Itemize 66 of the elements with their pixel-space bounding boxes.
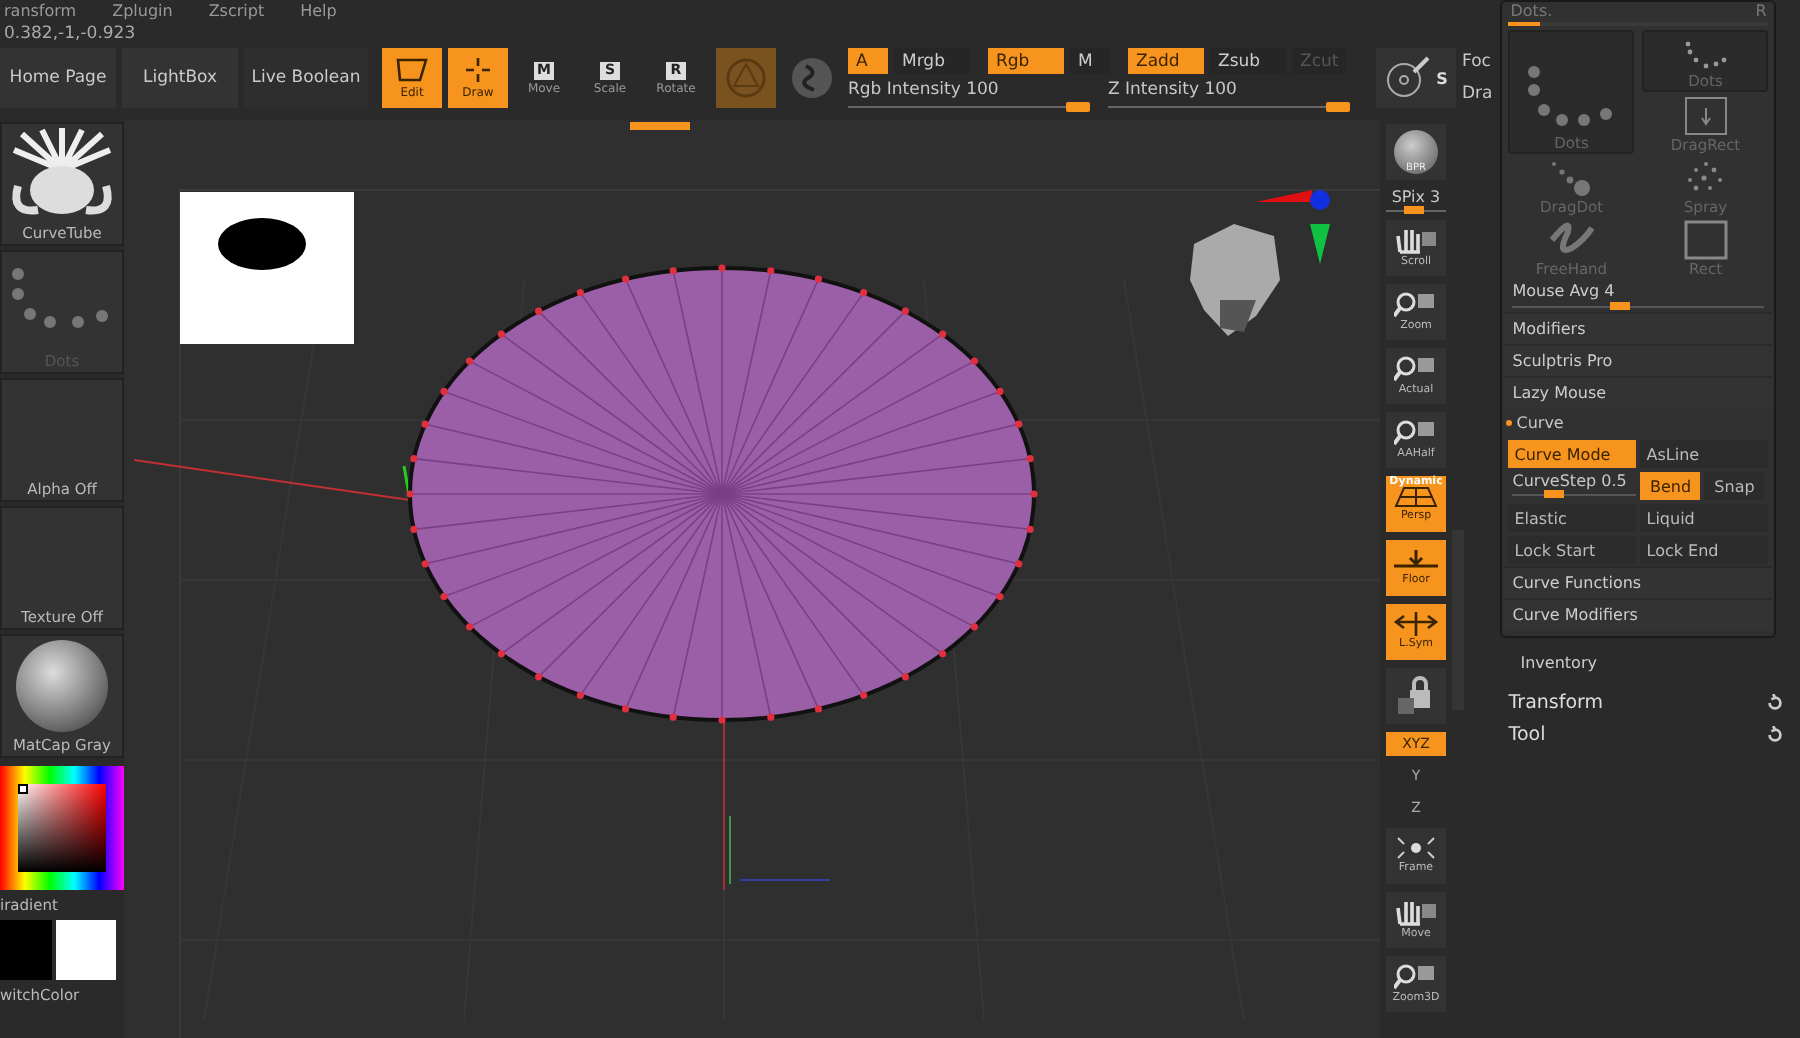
magnifier-icon (1394, 354, 1438, 382)
coordinates-readout: 0.382,-1,-0.923 (2, 22, 138, 46)
slider-thumb[interactable] (1404, 206, 1424, 214)
hotkey-label: R (1755, 2, 1767, 22)
color-picker[interactable] (0, 766, 124, 890)
axis-line (739, 879, 831, 881)
shelf-button[interactable]: Live Boolean (244, 48, 368, 108)
frame-icon (1394, 836, 1438, 860)
slider-thumb[interactable] (1066, 102, 1090, 112)
reset-icon[interactable] (1766, 725, 1784, 743)
view-button[interactable] (1386, 668, 1446, 724)
depth-mode-button[interactable]: Zsub (1210, 48, 1286, 74)
head-model-drawing (1190, 224, 1280, 336)
toggle-button[interactable]: Elastic (1508, 504, 1637, 532)
magnifier-icon (1394, 418, 1438, 446)
depth-mode-button[interactable]: Zadd (1128, 48, 1204, 74)
toggle-button[interactable]: Curve Mode (1508, 440, 1637, 468)
toggle-button[interactable]: Bend (1640, 472, 1701, 500)
toggle-button[interactable]: Lock End (1640, 536, 1769, 564)
axis-gizmo (1256, 190, 1330, 264)
axis-line (729, 815, 731, 885)
hand-icon (1394, 226, 1438, 254)
slider-thumb[interactable] (1543, 490, 1564, 498)
crosshair-icon (460, 56, 496, 84)
color-mode-button[interactable]: Mrgb (894, 48, 970, 74)
subpalette-title[interactable]: Curve (1516, 414, 1564, 432)
color-mode-button[interactable]: A (848, 48, 888, 74)
menu-item[interactable]: ransform (4, 0, 77, 22)
slider-thumb[interactable] (1609, 302, 1630, 310)
palette-title: Inventory (1518, 652, 1599, 676)
panel-title: Dots. (1510, 2, 1553, 22)
edit-icon (394, 56, 430, 84)
menu-item[interactable]: Zplugin (112, 0, 173, 22)
shelf-button[interactable]: Home Page (0, 48, 116, 108)
menu-item[interactable]: Dra (1462, 84, 1493, 104)
menu-item[interactable]: Zscript (208, 0, 265, 22)
symmetry-icon (1392, 612, 1440, 636)
hand-icon (1394, 898, 1438, 926)
brush-icon[interactable]: S (1376, 48, 1456, 108)
slider-label: SPix 3 (1391, 188, 1441, 206)
slider-label: Z Intensity 100 (1108, 80, 1239, 100)
color-mode-button[interactable]: M (1070, 48, 1110, 74)
toggle-button[interactable]: Snap (1704, 472, 1765, 500)
slider-label: Mouse Avg 4 (1512, 282, 1615, 300)
slider-thumb[interactable] (1326, 102, 1350, 112)
dots-icon (1681, 40, 1730, 72)
menu-item[interactable]: Help (300, 0, 337, 22)
subpalette-header[interactable]: Lazy Mouse (1504, 376, 1773, 408)
grid-icon (1392, 484, 1440, 508)
color-mode-button[interactable]: Rgb (988, 48, 1064, 74)
toggle-button[interactable]: AsLine (1640, 440, 1769, 468)
slider-label: CurveStep 0.5 (1512, 472, 1629, 490)
palette-header[interactable]: Transform (1508, 691, 1604, 713)
floor-icon (1392, 548, 1440, 572)
toggle-button[interactable]: Liquid (1640, 504, 1769, 532)
menu-item[interactable]: Foc (1462, 52, 1493, 72)
subpalette-header[interactable]: Sculptris Pro (1504, 344, 1773, 376)
rectangle-icon (1683, 220, 1728, 260)
slider-label: Rgb Intensity 100 (848, 80, 1001, 100)
palette-header[interactable]: Tool (1508, 723, 1546, 745)
shelf-button[interactable]: LightBox (122, 48, 238, 108)
magnifier-icon (1394, 962, 1438, 990)
reset-icon[interactable] (1766, 693, 1784, 711)
material-sphere-icon (16, 639, 108, 731)
toggle-button[interactable]: Lock Start (1508, 536, 1637, 564)
magnifier-icon (1394, 290, 1438, 318)
